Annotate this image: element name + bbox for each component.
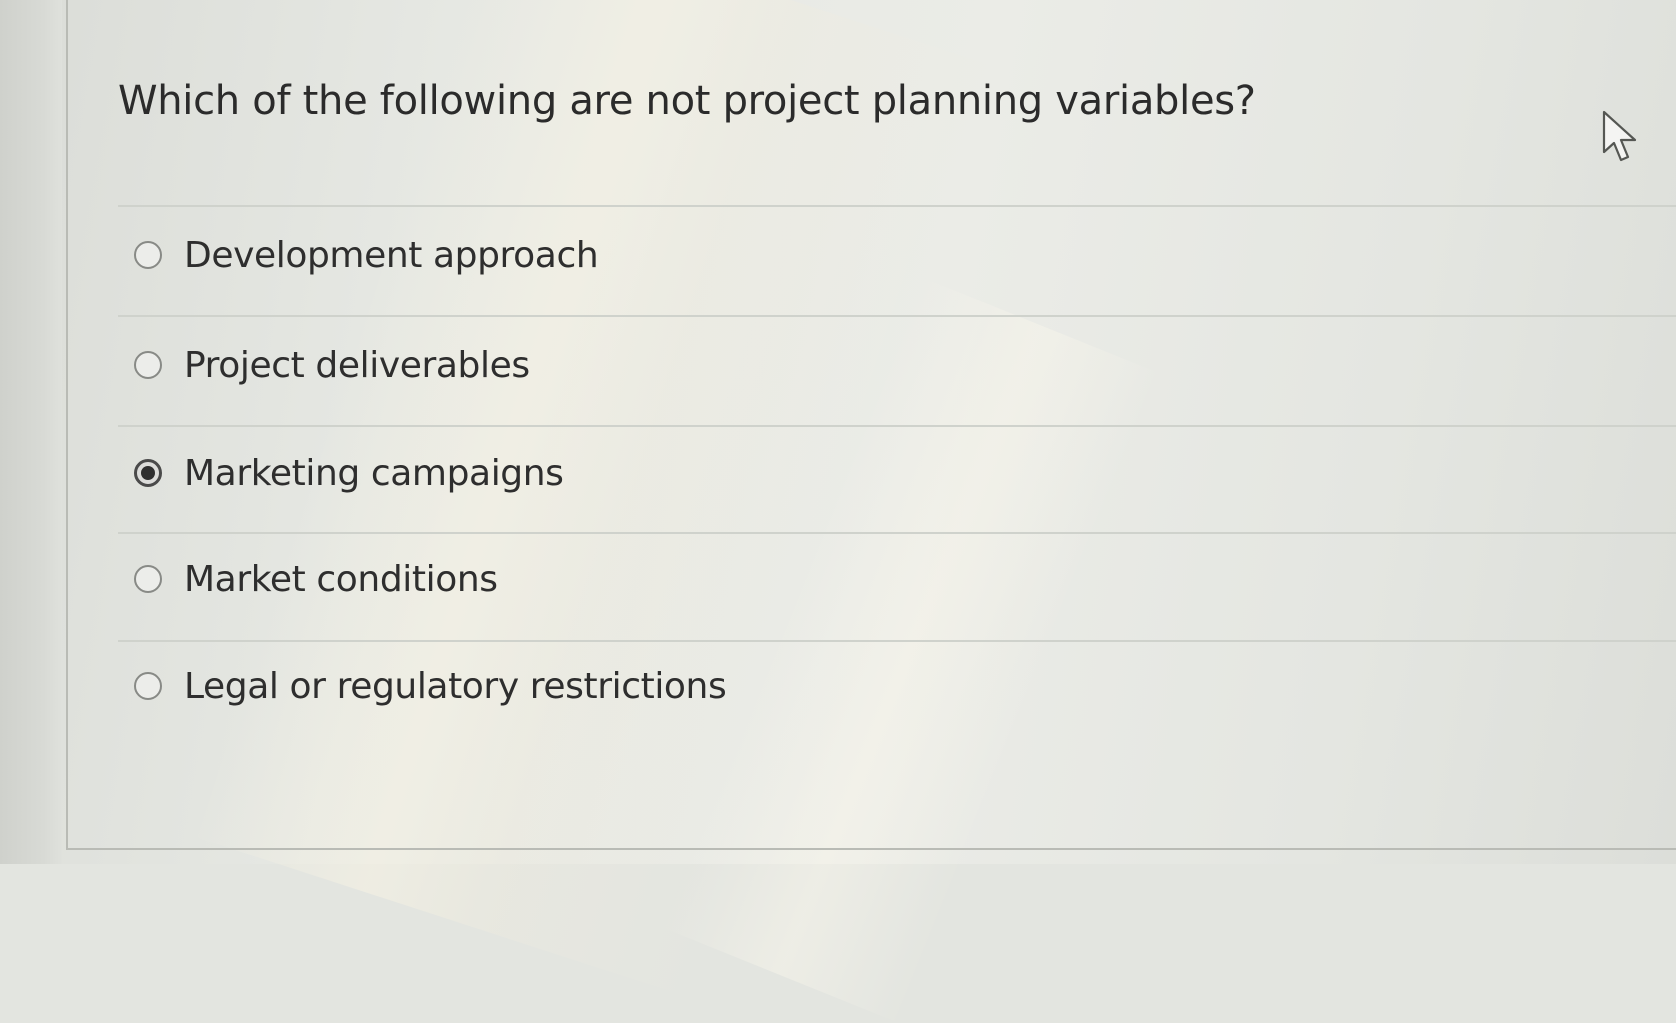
option-divider	[118, 640, 1676, 642]
left-margin	[0, 0, 62, 864]
option-label: Project deliverables	[184, 344, 530, 386]
option-project-deliverables[interactable]: Project deliverables	[134, 335, 530, 395]
option-legal-regulatory-restrictions[interactable]: Legal or regulatory restrictions	[134, 656, 727, 716]
option-label: Marketing campaigns	[184, 452, 564, 494]
radio-unchecked-icon[interactable]	[134, 565, 162, 593]
radio-unchecked-icon[interactable]	[134, 351, 162, 379]
radio-checked-icon[interactable]	[134, 459, 162, 487]
screen-background: Which of the following are not project p…	[0, 0, 1676, 1023]
option-divider	[118, 532, 1676, 534]
radio-unchecked-icon[interactable]	[134, 241, 162, 269]
option-label: Development approach	[184, 234, 599, 276]
option-divider	[118, 205, 1676, 207]
option-market-conditions[interactable]: Market conditions	[134, 549, 498, 609]
radio-unchecked-icon[interactable]	[134, 672, 162, 700]
question-text: Which of the following are not project p…	[118, 78, 1256, 124]
option-development-approach[interactable]: Development approach	[134, 225, 599, 285]
option-marketing-campaigns[interactable]: Marketing campaigns	[134, 443, 564, 503]
option-divider	[118, 315, 1676, 317]
option-label: Legal or regulatory restrictions	[184, 665, 727, 707]
mouse-pointer-icon	[1602, 110, 1637, 162]
option-divider	[118, 425, 1676, 427]
option-label: Market conditions	[184, 558, 498, 600]
